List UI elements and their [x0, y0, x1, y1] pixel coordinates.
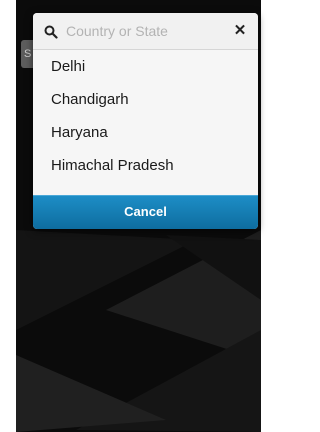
search-bar: ✕	[33, 13, 258, 50]
list-item-chandigarh[interactable]: Chandigarh	[33, 83, 258, 116]
search-icon	[44, 25, 58, 39]
list-item-himachal-pradesh[interactable]: Himachal Pradesh	[33, 149, 258, 182]
list-item-haryana[interactable]: Haryana	[33, 116, 258, 149]
search-input[interactable]	[66, 21, 226, 41]
list-item-delhi[interactable]: Delhi	[33, 50, 258, 83]
close-icon[interactable]: ✕	[231, 22, 249, 40]
location-picker-dialog: ✕ Delhi Chandigarh Haryana Himachal Prad…	[33, 13, 258, 229]
cancel-button[interactable]: Cancel	[33, 195, 258, 229]
location-list: Delhi Chandigarh Haryana Himachal Prades…	[33, 50, 258, 207]
